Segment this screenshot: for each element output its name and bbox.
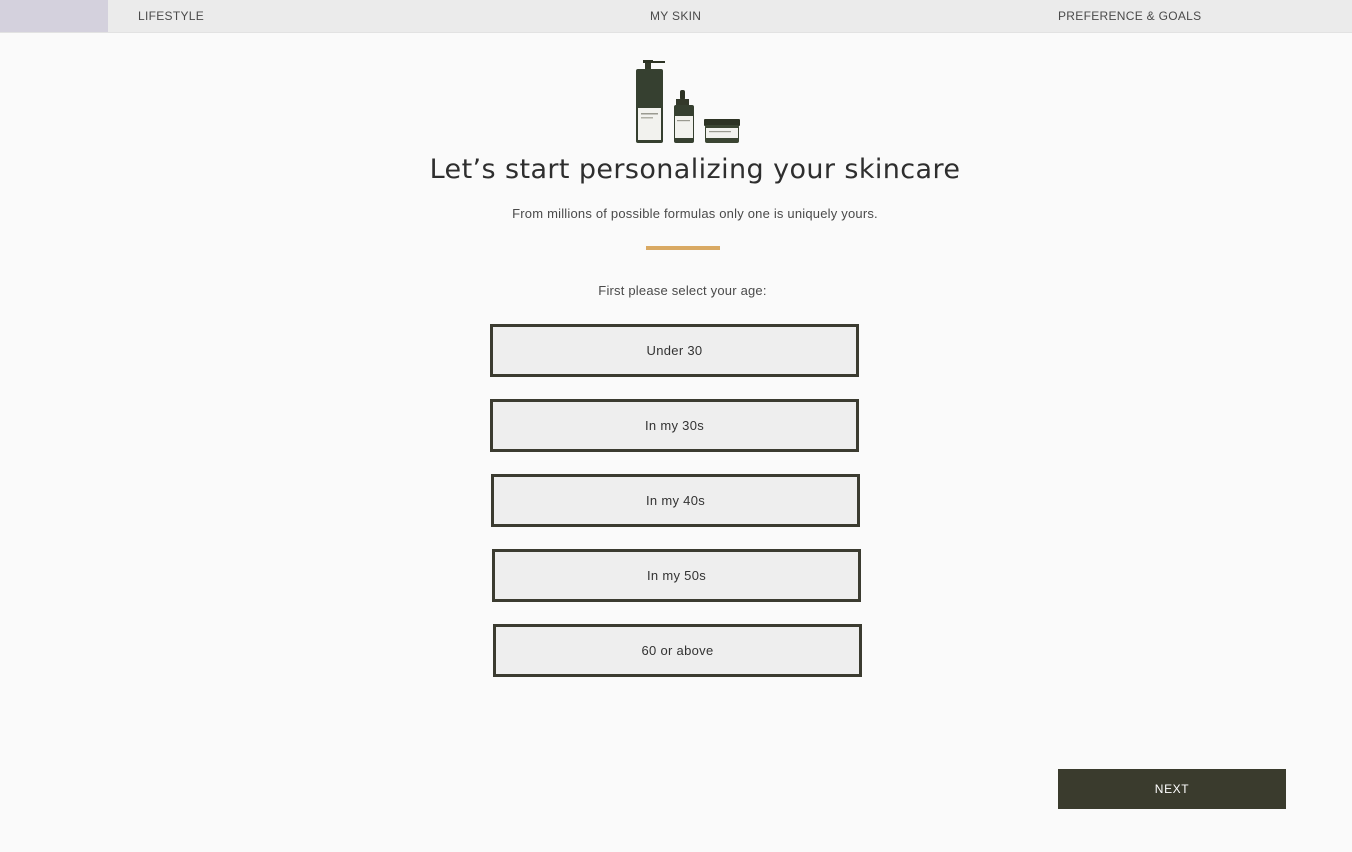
next-button[interactable]: NEXT xyxy=(1058,769,1286,809)
step-my-skin[interactable]: MY SKIN xyxy=(650,0,701,32)
step-lifestyle[interactable]: LIFESTYLE xyxy=(138,0,204,32)
page-title: Let’s start personalizing your skincare xyxy=(429,154,961,185)
age-option-40s[interactable]: In my 40s xyxy=(491,474,860,527)
progress-bar: LIFESTYLE MY SKIN PREFERENCE & GOALS xyxy=(0,0,1352,33)
step-preference-goals[interactable]: PREFERENCE & GOALS xyxy=(1058,0,1201,32)
accent-divider xyxy=(646,246,720,250)
page-subtitle: From millions of possible formulas only … xyxy=(512,206,878,221)
age-question-prompt: First please select your age: xyxy=(598,283,767,298)
age-option-50s[interactable]: In my 50s xyxy=(492,549,861,602)
progress-fill xyxy=(0,0,108,32)
age-option-60-above[interactable]: 60 or above xyxy=(493,624,862,677)
age-option-30s[interactable]: In my 30s xyxy=(490,399,859,452)
age-option-under-30[interactable]: Under 30 xyxy=(490,324,859,377)
skincare-products-icon xyxy=(636,60,740,143)
